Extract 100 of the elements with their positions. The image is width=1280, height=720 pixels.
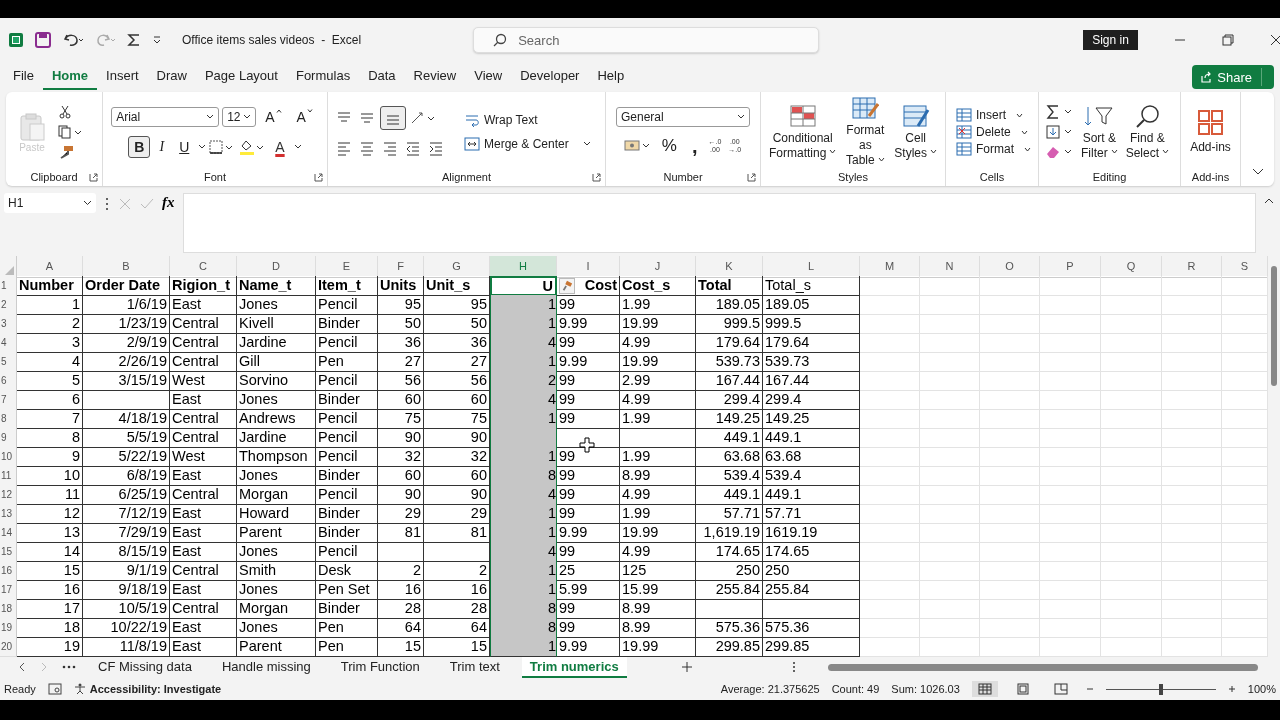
- copy-icon[interactable]: [58, 125, 82, 139]
- more-options-icon[interactable]: [104, 197, 110, 211]
- dropdown-caret-icon[interactable]: [198, 144, 207, 150]
- row-header[interactable]: 14: [0, 523, 17, 543]
- column-header[interactable]: H: [490, 256, 557, 278]
- menu-tab[interactable]: Help: [588, 64, 634, 90]
- wrap-text-button[interactable]: Wrap Text: [464, 113, 591, 127]
- increase-font-size-button[interactable]: A: [259, 106, 288, 128]
- column-header[interactable]: Q: [1101, 256, 1162, 278]
- row-header[interactable]: 19: [0, 618, 17, 638]
- row-header[interactable]: 3: [0, 314, 17, 334]
- sheet-tab[interactable]: Trim numerics: [521, 656, 627, 678]
- sheet-tab[interactable]: Trim text: [441, 656, 508, 678]
- menu-tab[interactable]: Draw: [147, 64, 196, 90]
- row-header[interactable]: 6: [0, 371, 17, 391]
- menu-tab[interactable]: Formulas: [286, 64, 360, 90]
- zoom-in-icon[interactable]: [1227, 685, 1236, 693]
- restore-icon[interactable]: [1221, 34, 1234, 46]
- column-header[interactable]: D: [237, 256, 316, 278]
- italic-button[interactable]: I: [153, 136, 171, 158]
- row-header[interactable]: 20: [0, 637, 17, 657]
- font-color-button[interactable]: A: [269, 136, 291, 158]
- insert-function-button[interactable]: fx: [162, 194, 175, 211]
- customize-caret-icon[interactable]: [152, 35, 162, 45]
- number-format-dropdown[interactable]: General: [616, 107, 750, 127]
- menu-tab[interactable]: Review: [404, 64, 466, 90]
- row-header[interactable]: 13: [0, 504, 17, 524]
- column-header[interactable]: A: [17, 256, 83, 278]
- expand-formula-bar-icon[interactable]: [1264, 197, 1274, 204]
- column-header[interactable]: O: [980, 256, 1040, 278]
- format-button[interactable]: Format: [956, 142, 1031, 156]
- dialog-launcher-icon[interactable]: [747, 173, 756, 182]
- sign-in-button[interactable]: Sign in: [1083, 30, 1138, 50]
- close-icon[interactable]: [1269, 34, 1280, 46]
- normal-view-icon[interactable]: [971, 681, 998, 697]
- dropdown-caret-icon[interactable]: [293, 144, 302, 150]
- row-header[interactable]: 2: [0, 295, 17, 315]
- macro-recorder-icon[interactable]: [47, 683, 62, 695]
- row-header[interactable]: 12: [0, 485, 17, 505]
- menu-tab[interactable]: Home: [42, 64, 98, 90]
- row-header[interactable]: 10: [0, 447, 17, 467]
- row-header[interactable]: 9: [0, 428, 17, 448]
- menu-tab[interactable]: View: [465, 64, 512, 90]
- more-sheets-icon[interactable]: [62, 665, 76, 669]
- row-header[interactable]: 16: [0, 561, 17, 581]
- column-header[interactable]: P: [1040, 256, 1101, 278]
- sheet-tab[interactable]: Handle missing: [213, 656, 319, 678]
- add-ins-button[interactable]: Add-ins: [1188, 109, 1233, 155]
- sum-icon[interactable]: [126, 32, 142, 48]
- formula-input[interactable]: [182, 193, 1256, 253]
- comma-style-button[interactable]: ,: [685, 135, 704, 157]
- column-header[interactable]: K: [696, 256, 763, 278]
- dialog-launcher-icon[interactable]: [314, 173, 323, 182]
- zoom-slider-thumb[interactable]: [1158, 683, 1163, 695]
- menu-tab[interactable]: Data: [359, 64, 405, 90]
- share-button[interactable]: Share: [1192, 65, 1274, 89]
- cell-styles-button[interactable]: Cell Styles: [892, 103, 939, 161]
- dialog-launcher-icon[interactable]: [89, 173, 98, 182]
- save-icon[interactable]: [34, 31, 52, 49]
- menu-tab[interactable]: Developer: [511, 64, 589, 90]
- row-header[interactable]: 18: [0, 599, 17, 619]
- column-header[interactable]: M: [860, 256, 920, 278]
- collapse-ribbon-icon[interactable]: [1252, 168, 1264, 176]
- dialog-launcher-icon[interactable]: [592, 173, 601, 182]
- name-box[interactable]: H1: [4, 193, 96, 213]
- add-sheet-icon[interactable]: [680, 661, 693, 673]
- underline-button[interactable]: U: [173, 136, 196, 158]
- sheet-tab[interactable]: Trim Function: [332, 656, 428, 678]
- insert-button[interactable]: Insert: [956, 108, 1023, 122]
- menu-tab[interactable]: File: [4, 64, 43, 90]
- cut-icon[interactable]: [58, 105, 72, 119]
- search-field[interactable]: Search: [473, 27, 820, 53]
- sheet-tab[interactable]: CF Missing data: [90, 656, 200, 678]
- column-header[interactable]: E: [316, 256, 378, 278]
- row-header[interactable]: 5: [0, 352, 17, 372]
- sort-filter-button[interactable]: Sort & Filter: [1079, 103, 1120, 161]
- accessibility-icon[interactable]: [73, 683, 86, 695]
- splitter-icon[interactable]: [791, 661, 796, 673]
- row-header[interactable]: 11: [0, 466, 17, 486]
- merge-center-button[interactable]: Merge & Center: [464, 137, 591, 151]
- menu-tab[interactable]: Page Layout: [195, 64, 287, 90]
- menu-tab[interactable]: Insert: [97, 64, 148, 90]
- column-header[interactable]: B: [83, 256, 170, 278]
- column-header[interactable]: N: [920, 256, 980, 278]
- decrease-font-size-button[interactable]: A: [290, 106, 319, 128]
- find-select-button[interactable]: Find & Select: [1123, 103, 1172, 161]
- delete-button[interactable]: Delete: [956, 125, 1028, 139]
- accessibility-status[interactable]: Accessibility: Investigate: [89, 683, 222, 695]
- row-header[interactable]: 1: [0, 276, 17, 296]
- bottom-align-icon[interactable]: [380, 106, 406, 130]
- previous-sheet-icon[interactable]: [18, 662, 26, 672]
- row-header[interactable]: 7: [0, 390, 17, 410]
- font-name-dropdown[interactable]: Arial: [111, 107, 220, 127]
- column-header[interactable]: J: [620, 256, 696, 278]
- column-header[interactable]: L: [763, 256, 860, 278]
- conditional-formatting-button[interactable]: Conditional Formatting: [767, 103, 839, 161]
- column-header[interactable]: F: [378, 256, 424, 278]
- row-header[interactable]: 4: [0, 333, 17, 353]
- zoom-out-icon[interactable]: [1085, 685, 1094, 693]
- format-painter-icon[interactable]: [58, 145, 74, 159]
